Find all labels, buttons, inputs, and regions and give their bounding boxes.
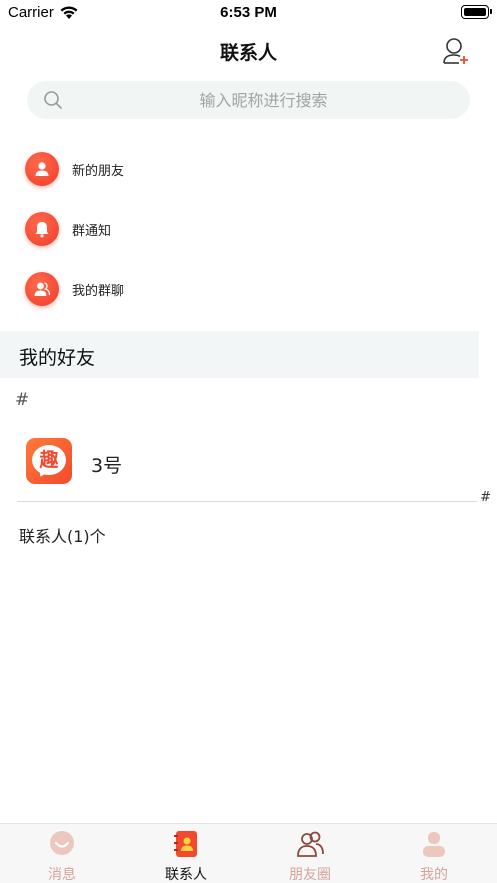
avatar: 趣 <box>26 438 72 484</box>
battery-icon <box>461 5 492 19</box>
friends-circle-icon <box>297 831 324 857</box>
friend-name: 3号 <box>91 455 123 477</box>
search-icon <box>44 91 62 109</box>
section-header: 我的好友 <box>0 331 479 378</box>
bell-icon <box>25 212 59 246</box>
status-bar: Carrier 6:53 PM <box>0 0 497 26</box>
tab-bar: 消息 联系人 朋友圈 我的 <box>0 823 497 883</box>
index-bar-letter[interactable]: # <box>480 490 491 505</box>
search-bar[interactable] <box>27 81 470 119</box>
friend-row[interactable]: 趣 3号 <box>0 432 497 502</box>
tab-label: 联系人 <box>165 867 207 883</box>
function-label: 新的朋友 <box>72 164 125 179</box>
divider <box>17 501 477 502</box>
function-item-group-notice[interactable]: 群通知 <box>0 199 497 259</box>
clock: 6:53 PM <box>220 4 277 21</box>
tab-moments[interactable]: 朋友圈 <box>248 824 372 883</box>
profile-icon <box>423 832 445 857</box>
group-icon <box>25 272 59 306</box>
person-icon <box>25 152 59 186</box>
page-title: 联系人 <box>219 42 277 64</box>
add-friend-icon[interactable] <box>441 36 471 66</box>
contacts-book-icon <box>174 831 197 857</box>
message-icon <box>50 831 74 855</box>
contact-count: 联系人(1)个 <box>19 527 106 546</box>
tab-contacts[interactable]: 联系人 <box>124 824 248 883</box>
function-item-my-groups[interactable]: 我的群聊 <box>0 259 497 319</box>
search-input[interactable] <box>77 81 450 119</box>
index-letter: # <box>15 390 30 410</box>
tab-profile[interactable]: 我的 <box>372 824 496 883</box>
nav-bar: 联系人 <box>0 26 497 76</box>
tab-label: 朋友圈 <box>289 867 331 883</box>
tab-label: 消息 <box>48 867 76 883</box>
tab-label: 我的 <box>420 867 448 883</box>
function-label: 我的群聊 <box>72 284 125 299</box>
section-title: 我的好友 <box>19 347 96 369</box>
function-item-new-friends[interactable]: 新的朋友 <box>0 139 497 199</box>
tab-messages[interactable]: 消息 <box>0 824 124 883</box>
avatar-glyph: 趣 <box>39 449 59 471</box>
function-label: 群通知 <box>72 224 112 239</box>
